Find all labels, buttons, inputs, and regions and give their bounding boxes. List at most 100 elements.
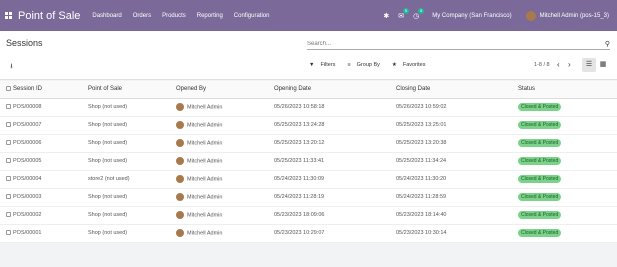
table-row[interactable]: POS/00003 Shop (not used) Mitchell Admin 05… [0, 188, 617, 207]
activity-clock-icon[interactable]: ◷ 5 [413, 7, 425, 20]
opened-by-name: Mitchell Admin [187, 176, 223, 183]
pager-value[interactable]: 1-8 / 8 [534, 62, 550, 68]
opening-date: 05/24/2023 11:30:09 [274, 170, 396, 189]
opening-date: 05/26/2023 10:58:18 [274, 98, 396, 117]
group-by-label: Group By [356, 62, 380, 68]
breadcrumb: Sessions [6, 38, 43, 48]
menu-orders[interactable]: Orders [133, 13, 151, 19]
filters-button[interactable]: ▼ Filters [309, 62, 341, 68]
bug-icon[interactable]: ✱ [383, 12, 389, 20]
menu-dashboard[interactable]: Dashboard [92, 13, 121, 19]
opened-by: Mitchell Admin [176, 152, 274, 171]
session-id: POS/00005 [13, 152, 88, 171]
header-closing-date[interactable]: Closing Date [396, 81, 518, 99]
search-bar: ⚲ [307, 39, 610, 50]
avatar [176, 121, 184, 129]
user-menu[interactable]: Mitchell Admin (pos-15_3) [540, 13, 609, 19]
apps-menu-icon[interactable] [5, 12, 12, 19]
menu-products[interactable]: Products [162, 13, 186, 19]
avatar [176, 157, 184, 165]
filter-icon: ▼ [309, 62, 315, 68]
opened-by-name: Mitchell Admin [187, 194, 223, 201]
group-by-button[interactable]: ≡ Group By [347, 62, 385, 68]
list-view-icon[interactable]: ☰ [582, 58, 596, 72]
filters-label: Filters [320, 62, 336, 68]
status-cell: Closed & Posted [518, 188, 617, 207]
table-row[interactable]: POS/00005 Shop (not used) Mitchell Admin 05… [0, 152, 617, 171]
sessions-table: Session ID Point of Sale Opened By Openi… [0, 81, 617, 243]
table-row[interactable]: POS/00004 store2 (not used) Mitchell Admin… [0, 170, 617, 189]
select-all-checkbox[interactable] [6, 85, 11, 91]
menu-reporting[interactable]: Reporting [197, 13, 223, 19]
activity-badge: 5 [418, 7, 425, 14]
pager-previous-icon[interactable]: ‹ [557, 60, 560, 69]
row-checkbox[interactable] [6, 103, 11, 109]
search-input[interactable] [307, 41, 597, 47]
opened-by: Mitchell Admin [176, 116, 274, 135]
point-of-sale: store2 (not used) [88, 170, 176, 189]
star-icon: ★ [391, 62, 397, 68]
messages-icon[interactable]: ✉ 5 [398, 7, 410, 20]
row-checkbox[interactable] [6, 121, 11, 127]
table-row[interactable]: POS/00002 Shop (not used) Mitchell Admin 05… [0, 206, 617, 225]
table-row[interactable]: POS/00001 Shop (not used) Mitchell Admin 05… [0, 224, 617, 243]
row-checkbox[interactable] [6, 175, 11, 181]
row-checkbox[interactable] [6, 211, 11, 217]
user-avatar[interactable] [525, 10, 536, 21]
row-checkbox[interactable] [6, 157, 11, 163]
table-row[interactable]: POS/00008 Shop (not used) Mitchell Admin 05… [0, 98, 617, 117]
closing-date: 05/23/2023 18:14:40 [396, 206, 518, 225]
closing-date: 05/25/2023 11:34:24 [396, 152, 518, 171]
messages-badge: 5 [402, 7, 410, 14]
opening-date: 05/23/2023 18:09:06 [274, 206, 396, 225]
session-id: POS/00001 [13, 224, 88, 243]
header-opened-by[interactable]: Opened By [176, 81, 274, 99]
status-cell: Closed & Posted [518, 98, 617, 117]
status-badge: Closed & Posted [518, 193, 562, 201]
row-checkbox[interactable] [6, 139, 11, 145]
opened-by-name: Mitchell Admin [187, 140, 223, 147]
point-of-sale: Shop (not used) [88, 206, 176, 225]
status-cell: Closed & Posted [518, 170, 617, 189]
header-status[interactable]: Status [518, 81, 617, 99]
header-opening-date[interactable]: Opening Date [274, 81, 396, 99]
opening-date: 05/23/2023 10:29:07 [274, 224, 396, 243]
opened-by-name: Mitchell Admin [187, 104, 223, 111]
avatar [176, 193, 184, 201]
session-id: POS/00008 [13, 98, 88, 117]
point-of-sale: Shop (not used) [88, 188, 176, 207]
kanban-view-icon[interactable]: ▦ [596, 58, 610, 72]
search-icon[interactable]: ⚲ [605, 40, 610, 48]
avatar [176, 175, 184, 183]
group-by-icon: ≡ [347, 62, 351, 68]
status-cell: Closed & Posted [518, 152, 617, 171]
session-id: POS/00003 [13, 188, 88, 207]
closing-date: 05/24/2023 11:30:20 [396, 170, 518, 189]
download-icon[interactable]: ⭳ [6, 61, 17, 72]
table-row[interactable]: POS/00007 Shop (not used) Mitchell Admin 05… [0, 116, 617, 135]
company-switcher[interactable]: My Company (San Francisco) [432, 13, 511, 19]
pager-next-icon[interactable]: › [568, 60, 571, 69]
session-id: POS/00007 [13, 116, 88, 135]
point-of-sale: Shop (not used) [88, 224, 176, 243]
header-session-id[interactable]: Session ID [13, 81, 88, 99]
table-row[interactable]: POS/00006 Shop (not used) Mitchell Admin 05… [0, 134, 617, 153]
search-options: ▼ Filters ≡ Group By ★ Favorites [309, 62, 437, 68]
opened-by-name: Mitchell Admin [187, 230, 223, 237]
status-badge: Closed & Posted [518, 103, 562, 111]
opening-date: 05/25/2023 13:24:28 [274, 116, 396, 135]
closing-date: 05/24/2023 11:28:59 [396, 188, 518, 207]
systray: ✱ ✉ 5 ◷ 5 My Company (San Francisco) Mitch… [383, 7, 609, 21]
avatar [176, 211, 184, 219]
closing-date: 05/25/2023 13:20:38 [396, 134, 518, 153]
header-point-of-sale[interactable]: Point of Sale [88, 81, 176, 99]
favorites-button[interactable]: ★ Favorites [392, 62, 432, 68]
row-checkbox[interactable] [6, 229, 11, 235]
menu-configuration[interactable]: Configuration [234, 13, 270, 19]
row-checkbox[interactable] [6, 193, 11, 199]
app-title[interactable]: Point of Sale [18, 10, 80, 22]
avatar [176, 103, 184, 111]
closing-date: 05/26/2023 10:59:02 [396, 98, 518, 117]
status-cell: Closed & Posted [518, 134, 617, 153]
point-of-sale: Shop (not used) [88, 116, 176, 135]
